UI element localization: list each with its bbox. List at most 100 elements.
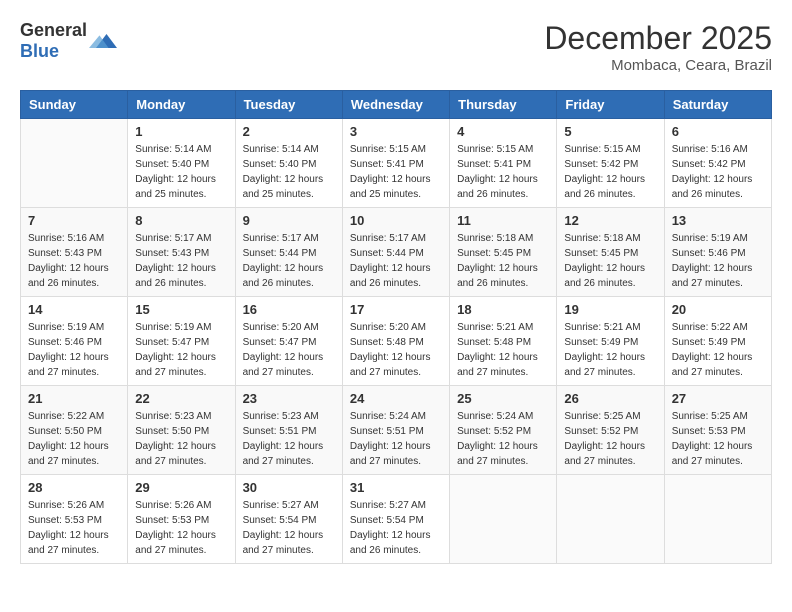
calendar-cell: 4 Sunrise: 5:15 AM Sunset: 5:41 PM Dayli… bbox=[450, 119, 557, 208]
day-detail: Sunrise: 5:22 AM Sunset: 5:49 PM Dayligh… bbox=[672, 320, 764, 380]
day-detail: Sunrise: 5:16 AM Sunset: 5:43 PM Dayligh… bbox=[28, 231, 120, 291]
day-number: 31 bbox=[350, 480, 442, 495]
month-year-title: December 2025 bbox=[544, 20, 772, 57]
day-detail: Sunrise: 5:15 AM Sunset: 5:41 PM Dayligh… bbox=[457, 142, 549, 202]
logo-text: General Blue bbox=[20, 20, 87, 62]
day-number: 8 bbox=[135, 213, 227, 228]
calendar-cell: 20 Sunrise: 5:22 AM Sunset: 5:49 PM Dayl… bbox=[664, 297, 771, 386]
location-subtitle: Mombaca, Ceara, Brazil bbox=[544, 57, 772, 74]
day-number: 21 bbox=[28, 391, 120, 406]
calendar-cell: 16 Sunrise: 5:20 AM Sunset: 5:47 PM Dayl… bbox=[235, 297, 342, 386]
day-detail: Sunrise: 5:26 AM Sunset: 5:53 PM Dayligh… bbox=[28, 498, 120, 558]
day-number: 14 bbox=[28, 302, 120, 317]
day-detail: Sunrise: 5:15 AM Sunset: 5:42 PM Dayligh… bbox=[564, 142, 656, 202]
day-number: 1 bbox=[135, 124, 227, 139]
logo-general: General bbox=[20, 20, 87, 40]
day-detail: Sunrise: 5:24 AM Sunset: 5:51 PM Dayligh… bbox=[350, 409, 442, 469]
calendar-cell bbox=[450, 475, 557, 564]
logo-icon bbox=[89, 27, 117, 55]
calendar-cell bbox=[21, 119, 128, 208]
day-detail: Sunrise: 5:19 AM Sunset: 5:46 PM Dayligh… bbox=[28, 320, 120, 380]
day-detail: Sunrise: 5:21 AM Sunset: 5:48 PM Dayligh… bbox=[457, 320, 549, 380]
calendar-cell: 5 Sunrise: 5:15 AM Sunset: 5:42 PM Dayli… bbox=[557, 119, 664, 208]
calendar-cell: 7 Sunrise: 5:16 AM Sunset: 5:43 PM Dayli… bbox=[21, 208, 128, 297]
calendar-cell: 2 Sunrise: 5:14 AM Sunset: 5:40 PM Dayli… bbox=[235, 119, 342, 208]
day-number: 12 bbox=[564, 213, 656, 228]
calendar-cell: 13 Sunrise: 5:19 AM Sunset: 5:46 PM Dayl… bbox=[664, 208, 771, 297]
col-wednesday: Wednesday bbox=[342, 91, 449, 119]
day-number: 13 bbox=[672, 213, 764, 228]
calendar-cell: 9 Sunrise: 5:17 AM Sunset: 5:44 PM Dayli… bbox=[235, 208, 342, 297]
day-number: 25 bbox=[457, 391, 549, 406]
day-number: 4 bbox=[457, 124, 549, 139]
calendar-cell: 14 Sunrise: 5:19 AM Sunset: 5:46 PM Dayl… bbox=[21, 297, 128, 386]
day-detail: Sunrise: 5:22 AM Sunset: 5:50 PM Dayligh… bbox=[28, 409, 120, 469]
day-detail: Sunrise: 5:25 AM Sunset: 5:53 PM Dayligh… bbox=[672, 409, 764, 469]
day-number: 18 bbox=[457, 302, 549, 317]
day-detail: Sunrise: 5:19 AM Sunset: 5:46 PM Dayligh… bbox=[672, 231, 764, 291]
col-sunday: Sunday bbox=[21, 91, 128, 119]
day-detail: Sunrise: 5:21 AM Sunset: 5:49 PM Dayligh… bbox=[564, 320, 656, 380]
calendar-cell: 1 Sunrise: 5:14 AM Sunset: 5:40 PM Dayli… bbox=[128, 119, 235, 208]
calendar-cell: 12 Sunrise: 5:18 AM Sunset: 5:45 PM Dayl… bbox=[557, 208, 664, 297]
day-number: 28 bbox=[28, 480, 120, 495]
calendar-week-row: 14 Sunrise: 5:19 AM Sunset: 5:46 PM Dayl… bbox=[21, 297, 772, 386]
calendar-cell: 24 Sunrise: 5:24 AM Sunset: 5:51 PM Dayl… bbox=[342, 386, 449, 475]
day-detail: Sunrise: 5:27 AM Sunset: 5:54 PM Dayligh… bbox=[350, 498, 442, 558]
day-number: 11 bbox=[457, 213, 549, 228]
calendar-week-row: 21 Sunrise: 5:22 AM Sunset: 5:50 PM Dayl… bbox=[21, 386, 772, 475]
day-detail: Sunrise: 5:16 AM Sunset: 5:42 PM Dayligh… bbox=[672, 142, 764, 202]
day-number: 15 bbox=[135, 302, 227, 317]
calendar-table: Sunday Monday Tuesday Wednesday Thursday… bbox=[20, 90, 772, 564]
day-detail: Sunrise: 5:14 AM Sunset: 5:40 PM Dayligh… bbox=[135, 142, 227, 202]
day-number: 2 bbox=[243, 124, 335, 139]
logo: General Blue bbox=[20, 20, 117, 62]
calendar-cell: 3 Sunrise: 5:15 AM Sunset: 5:41 PM Dayli… bbox=[342, 119, 449, 208]
calendar-cell: 25 Sunrise: 5:24 AM Sunset: 5:52 PM Dayl… bbox=[450, 386, 557, 475]
day-number: 5 bbox=[564, 124, 656, 139]
calendar-cell: 31 Sunrise: 5:27 AM Sunset: 5:54 PM Dayl… bbox=[342, 475, 449, 564]
day-number: 30 bbox=[243, 480, 335, 495]
day-number: 27 bbox=[672, 391, 764, 406]
calendar-week-row: 7 Sunrise: 5:16 AM Sunset: 5:43 PM Dayli… bbox=[21, 208, 772, 297]
day-number: 26 bbox=[564, 391, 656, 406]
logo-blue: Blue bbox=[20, 41, 59, 61]
col-tuesday: Tuesday bbox=[235, 91, 342, 119]
calendar-cell: 17 Sunrise: 5:20 AM Sunset: 5:48 PM Dayl… bbox=[342, 297, 449, 386]
title-section: December 2025 Mombaca, Ceara, Brazil bbox=[544, 20, 772, 74]
calendar-cell bbox=[664, 475, 771, 564]
col-friday: Friday bbox=[557, 91, 664, 119]
day-detail: Sunrise: 5:18 AM Sunset: 5:45 PM Dayligh… bbox=[457, 231, 549, 291]
calendar-cell: 29 Sunrise: 5:26 AM Sunset: 5:53 PM Dayl… bbox=[128, 475, 235, 564]
day-detail: Sunrise: 5:18 AM Sunset: 5:45 PM Dayligh… bbox=[564, 231, 656, 291]
day-detail: Sunrise: 5:17 AM Sunset: 5:43 PM Dayligh… bbox=[135, 231, 227, 291]
day-detail: Sunrise: 5:23 AM Sunset: 5:51 PM Dayligh… bbox=[243, 409, 335, 469]
day-number: 22 bbox=[135, 391, 227, 406]
day-number: 17 bbox=[350, 302, 442, 317]
calendar-cell: 21 Sunrise: 5:22 AM Sunset: 5:50 PM Dayl… bbox=[21, 386, 128, 475]
day-detail: Sunrise: 5:17 AM Sunset: 5:44 PM Dayligh… bbox=[350, 231, 442, 291]
day-detail: Sunrise: 5:25 AM Sunset: 5:52 PM Dayligh… bbox=[564, 409, 656, 469]
day-detail: Sunrise: 5:17 AM Sunset: 5:44 PM Dayligh… bbox=[243, 231, 335, 291]
calendar-cell: 26 Sunrise: 5:25 AM Sunset: 5:52 PM Dayl… bbox=[557, 386, 664, 475]
day-detail: Sunrise: 5:14 AM Sunset: 5:40 PM Dayligh… bbox=[243, 142, 335, 202]
day-detail: Sunrise: 5:19 AM Sunset: 5:47 PM Dayligh… bbox=[135, 320, 227, 380]
day-detail: Sunrise: 5:15 AM Sunset: 5:41 PM Dayligh… bbox=[350, 142, 442, 202]
day-number: 16 bbox=[243, 302, 335, 317]
calendar-cell: 10 Sunrise: 5:17 AM Sunset: 5:44 PM Dayl… bbox=[342, 208, 449, 297]
day-number: 20 bbox=[672, 302, 764, 317]
day-detail: Sunrise: 5:20 AM Sunset: 5:48 PM Dayligh… bbox=[350, 320, 442, 380]
col-thursday: Thursday bbox=[450, 91, 557, 119]
day-detail: Sunrise: 5:20 AM Sunset: 5:47 PM Dayligh… bbox=[243, 320, 335, 380]
calendar-cell: 8 Sunrise: 5:17 AM Sunset: 5:43 PM Dayli… bbox=[128, 208, 235, 297]
col-saturday: Saturday bbox=[664, 91, 771, 119]
calendar-cell: 15 Sunrise: 5:19 AM Sunset: 5:47 PM Dayl… bbox=[128, 297, 235, 386]
day-number: 24 bbox=[350, 391, 442, 406]
day-number: 9 bbox=[243, 213, 335, 228]
day-detail: Sunrise: 5:26 AM Sunset: 5:53 PM Dayligh… bbox=[135, 498, 227, 558]
calendar-cell: 18 Sunrise: 5:21 AM Sunset: 5:48 PM Dayl… bbox=[450, 297, 557, 386]
day-number: 29 bbox=[135, 480, 227, 495]
day-detail: Sunrise: 5:27 AM Sunset: 5:54 PM Dayligh… bbox=[243, 498, 335, 558]
col-monday: Monday bbox=[128, 91, 235, 119]
calendar-cell: 6 Sunrise: 5:16 AM Sunset: 5:42 PM Dayli… bbox=[664, 119, 771, 208]
